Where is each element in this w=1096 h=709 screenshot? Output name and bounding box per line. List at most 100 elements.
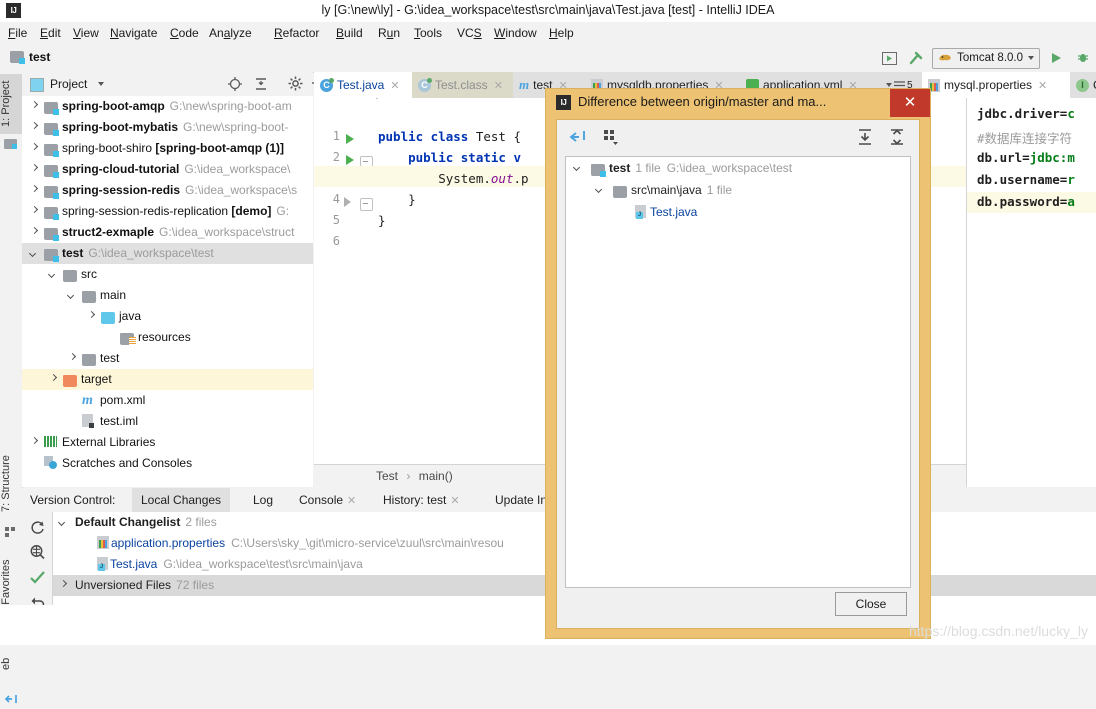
chevron-down-icon[interactable] (596, 185, 605, 194)
tab-history-test[interactable]: History: test ✕ (374, 488, 469, 512)
close-icon[interactable]: ✕ (347, 495, 356, 507)
run-gutter-icon[interactable] (346, 134, 354, 144)
run-gutter-icon-inactive[interactable] (344, 197, 351, 207)
tree-item-test[interactable]: test (22, 348, 313, 369)
chevron-right-icon[interactable] (30, 102, 39, 111)
tab-console[interactable]: Console ✕ (290, 488, 365, 512)
expand-all-icon[interactable] (856, 128, 874, 146)
search-diff-icon[interactable] (29, 544, 46, 561)
chevron-right-icon[interactable] (30, 228, 39, 237)
tree-item-java[interactable]: java (22, 306, 313, 327)
refresh-icon[interactable] (29, 519, 46, 536)
tree-item-external-libraries[interactable]: External Libraries (22, 432, 313, 453)
tab-info[interactable]: I G (1070, 72, 1096, 98)
chevron-right-icon[interactable] (68, 354, 77, 363)
run-icon[interactable] (1045, 47, 1067, 69)
sidebar-item-project[interactable]: 1: Project (0, 74, 22, 134)
editor-breadcrumb[interactable]: Test › main() (376, 469, 453, 483)
difference-tree-item[interactable]: src\main\java 1 file (566, 179, 910, 201)
gear-icon[interactable] (288, 76, 304, 92)
tree-item-spring-boot-amqp[interactable]: spring-boot-amqp G:\new\spring-boot-am (22, 96, 313, 117)
tree-item-target[interactable]: target (22, 369, 313, 390)
chevron-down-icon[interactable] (574, 163, 583, 172)
close-button[interactable]: Close (835, 592, 907, 616)
build-hammer-icon[interactable] (905, 47, 927, 69)
close-icon[interactable]: ✕ (494, 79, 503, 92)
tree-item-spring-cloud-tutorial[interactable]: spring-cloud-tutorial G:\idea_workspace\ (22, 159, 313, 180)
chevron-down-icon[interactable] (98, 82, 104, 86)
tab-test-class[interactable]: C Test.class ✕ (412, 72, 513, 98)
project-tree[interactable]: spring-boot-amqp G:\new\spring-boot-am spr… (22, 96, 313, 487)
properties-editor[interactable]: jdbc.driver=c #数据库连接字符 db.url=jdbc:m db.… (966, 98, 1096, 487)
group-by-icon[interactable] (602, 128, 620, 146)
fold-marker[interactable] (360, 198, 373, 211)
commit-check-icon[interactable] (29, 569, 46, 586)
close-icon[interactable]: ✕ (450, 495, 459, 507)
menu-edit[interactable]: Edit (40, 26, 61, 40)
menu-build[interactable]: Build (336, 26, 363, 40)
editor-gutter[interactable]: 1 2 3 4 5 6 (314, 98, 376, 487)
chevron-right-icon[interactable] (30, 186, 39, 195)
menu-run[interactable]: Run (378, 26, 400, 40)
collapse-all-icon[interactable] (888, 128, 906, 146)
breadcrumb-method[interactable]: main() (419, 469, 453, 483)
sidebar-item-structure[interactable]: 7: Structure (0, 446, 22, 522)
tree-item-spring-session-redis[interactable]: spring-session-redis G:\idea_workspace\s (22, 180, 313, 201)
tab-log[interactable]: Log (244, 488, 282, 512)
tree-item-resources[interactable]: resources (22, 327, 313, 348)
tree-item-test[interactable]: test G:\idea_workspace\test (22, 243, 313, 264)
collapse-arrows-icon[interactable] (569, 128, 587, 146)
sidebar-item-web[interactable]: eb (0, 652, 22, 676)
tree-item-spring-session-redis-replication-demo[interactable]: spring-session-redis-replication [demo] G… (22, 201, 313, 222)
tree-item-test-iml[interactable]: test.iml (22, 411, 313, 432)
tree-item-src[interactable]: src (22, 264, 313, 285)
menu-navigate[interactable]: Navigate (110, 26, 157, 40)
chevron-right-icon[interactable] (30, 123, 39, 132)
difference-tree-item[interactable]: J Test.java (566, 201, 910, 223)
close-icon[interactable]: ✕ (890, 89, 930, 117)
chevron-down-icon[interactable] (30, 249, 39, 258)
menu-help[interactable]: Help (549, 26, 574, 40)
menu-analyze[interactable]: Analyze (209, 26, 252, 40)
close-icon[interactable]: ✕ (1038, 79, 1047, 92)
difference-tree-item[interactable]: test 1 file G:\idea_workspace\test (566, 157, 910, 179)
chevron-down-icon[interactable] (49, 270, 58, 279)
menu-view[interactable]: View (73, 26, 99, 40)
tomcat-cat-icon (938, 51, 952, 66)
locate-target-icon[interactable] (227, 76, 243, 92)
chevron-right-icon[interactable] (30, 207, 39, 216)
debug-icon[interactable] (1072, 47, 1094, 69)
tree-item-main[interactable]: main (22, 285, 313, 306)
chevron-right-icon[interactable] (87, 312, 96, 321)
chevron-down-icon[interactable] (59, 518, 68, 527)
menu-tools[interactable]: Tools (414, 26, 442, 40)
breadcrumb-class[interactable]: Test (376, 469, 398, 483)
tab-mysql-properties[interactable]: mysql.properties ✕ (922, 72, 1070, 98)
chevron-right-icon[interactable] (30, 165, 39, 174)
tab-test-java[interactable]: C Test.java ✕ (314, 72, 412, 98)
menu-refactor[interactable]: Refactor (274, 26, 319, 40)
breadcrumb[interactable]: test (10, 50, 50, 64)
app-run-icon[interactable] (878, 47, 900, 69)
chevron-right-icon[interactable] (30, 438, 39, 447)
difference-tree[interactable]: test 1 file G:\idea_workspace\test src\main… (565, 156, 911, 588)
menu-vcs[interactable]: VCS (457, 26, 482, 40)
chevron-right-icon[interactable] (30, 144, 39, 153)
collapse-all-icon[interactable] (253, 76, 269, 92)
chevron-right-icon[interactable] (49, 375, 58, 384)
tree-item-scratches-and-consoles[interactable]: Scratches and Consoles (22, 453, 313, 474)
close-icon[interactable]: ✕ (390, 79, 399, 92)
tree-item-spring-boot-shiro-spring-boot-amqp-1[interactable]: spring-boot-shiro [spring-boot-amqp (1)] (22, 138, 313, 159)
menu-window[interactable]: Window (494, 26, 537, 40)
tree-item-spring-boot-mybatis[interactable]: spring-boot-mybatis G:\new\spring-boot- (22, 117, 313, 138)
run-configuration-selector[interactable]: Tomcat 8.0.0 (932, 47, 1040, 69)
menu-file[interactable]: File (8, 26, 27, 40)
run-gutter-icon[interactable] (346, 155, 354, 165)
chevron-down-icon[interactable] (68, 291, 77, 300)
tab-local-changes[interactable]: Local Changes (132, 488, 231, 512)
menu-code[interactable]: Code (170, 26, 199, 40)
tree-item-struct2-exmaple[interactable]: struct2-exmaple G:\idea_workspace\struct (22, 222, 313, 243)
shelve-icon[interactable] (4, 692, 18, 706)
tree-item-pom-xml[interactable]: m pom.xml (22, 390, 313, 411)
chevron-right-icon[interactable] (59, 581, 68, 590)
